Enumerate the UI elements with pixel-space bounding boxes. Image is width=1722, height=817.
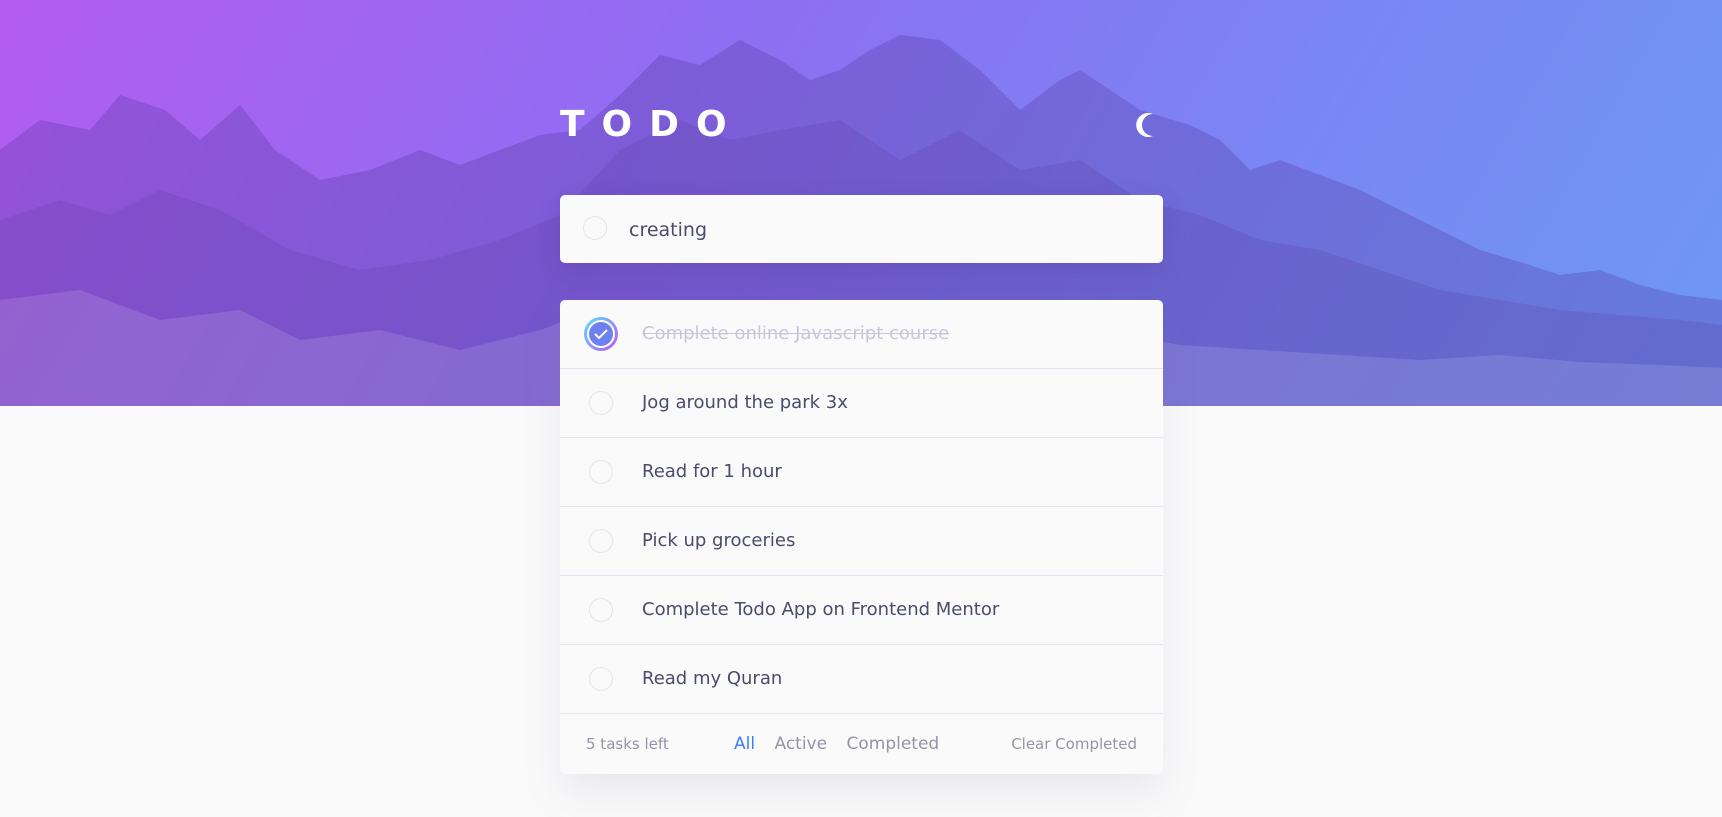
new-todo-circle <box>583 216 607 240</box>
checkbox[interactable] <box>589 460 613 484</box>
app-header: TODO <box>560 104 1163 146</box>
todo-footer: 5 tasks left All Active Completed Clear … <box>560 714 1163 774</box>
filter-completed[interactable]: Completed <box>846 734 939 754</box>
todo-list: Complete online Javascript course Jog ar… <box>560 300 1163 774</box>
checkbox[interactable] <box>589 529 613 553</box>
filter-all[interactable]: All <box>734 734 755 754</box>
todo-item: Read for 1 hour <box>560 438 1163 507</box>
todo-item: Complete online Javascript course <box>560 300 1163 369</box>
app-title: TODO <box>560 104 744 145</box>
new-todo-input[interactable] <box>627 209 1131 251</box>
todo-text[interactable]: Read for 1 hour <box>642 460 782 484</box>
theme-toggle-button[interactable] <box>1129 108 1163 142</box>
todo-text[interactable]: Read my Quran <box>642 667 782 691</box>
todo-item: Jog around the park 3x <box>560 369 1163 438</box>
checkbox[interactable] <box>589 667 613 691</box>
todo-text[interactable]: Pick up groceries <box>642 529 795 553</box>
filter-group: All Active Completed <box>734 734 953 754</box>
items-left-count: 5 tasks left <box>586 735 669 753</box>
todo-text[interactable]: Jog around the park 3x <box>642 391 848 415</box>
clear-completed-button[interactable]: Clear Completed <box>1011 735 1137 753</box>
todo-text[interactable]: Complete online Javascript course <box>642 322 949 346</box>
filter-active[interactable]: Active <box>774 734 827 754</box>
check-icon <box>594 329 608 340</box>
checkbox-checked[interactable] <box>584 317 618 351</box>
new-todo-bar <box>560 195 1163 263</box>
checkbox[interactable] <box>589 598 613 622</box>
checkbox[interactable] <box>589 391 613 415</box>
todo-item: Pick up groceries <box>560 507 1163 576</box>
todo-item: Read my Quran <box>560 645 1163 714</box>
moon-icon <box>1136 113 1153 137</box>
todo-text[interactable]: Complete Todo App on Frontend Mentor <box>642 598 999 622</box>
todo-item: Complete Todo App on Frontend Mentor <box>560 576 1163 645</box>
